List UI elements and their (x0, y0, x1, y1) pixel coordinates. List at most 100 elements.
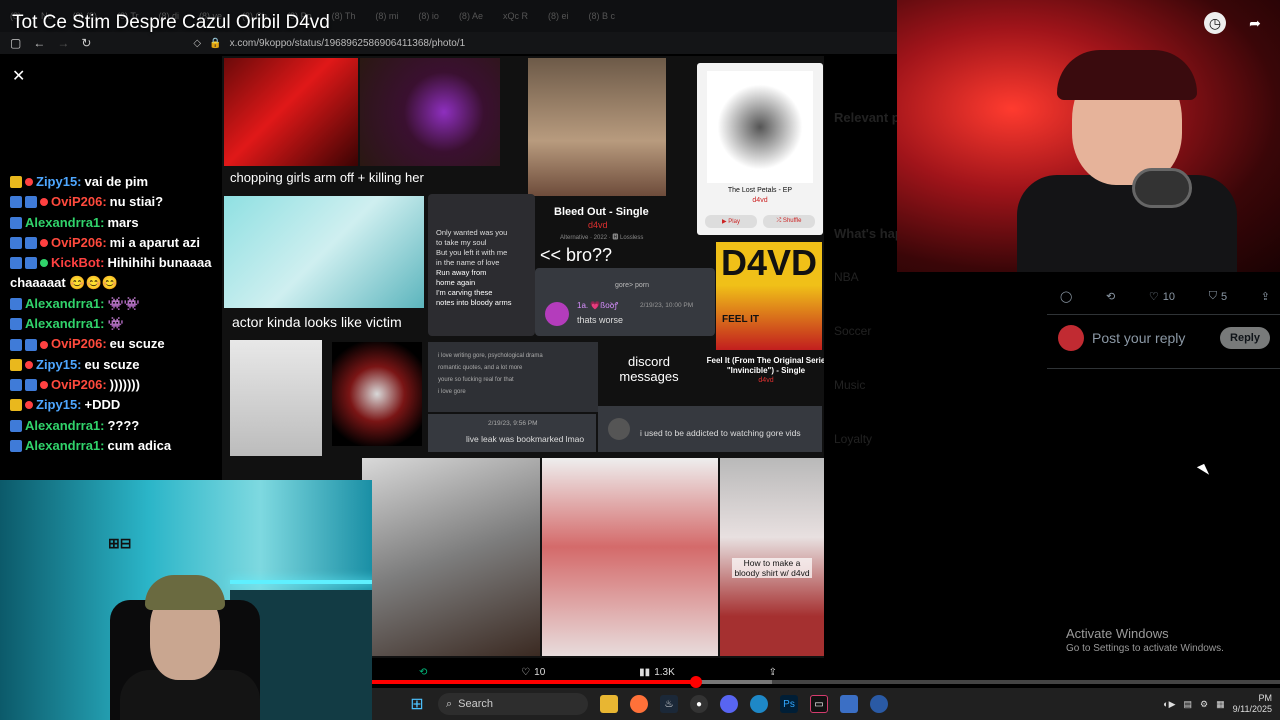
chat-username[interactable]: Zipy15: (36, 172, 82, 192)
chat-username[interactable]: OviP206: (51, 192, 107, 212)
steam-icon[interactable]: ♨ (660, 695, 678, 713)
mod-badge-icon (10, 440, 22, 452)
discord-line: i love writing gore, psychological drama (438, 353, 543, 359)
obs-icon[interactable]: ● (690, 695, 708, 713)
settings-icon[interactable]: ⚙ (1200, 699, 1208, 710)
chat-text: 👾👾 (107, 295, 140, 311)
forward-icon[interactable]: → (57, 36, 69, 50)
folder-icon[interactable] (600, 695, 618, 713)
chat-username[interactable]: KickBot: (51, 253, 104, 273)
status-dot-icon (40, 239, 48, 248)
caption-icon[interactable]: ▤ (1184, 699, 1193, 710)
chat-username[interactable]: Alexandrra1: (25, 294, 104, 314)
video-top-controls: ◷ ➦ (1204, 12, 1266, 34)
browser-tab[interactable]: (8) ei (538, 0, 579, 32)
windows-taskbar: ⊞ ⌕ Search ♨ ● Ps ▭ ◐▶ ▤ ⚙ ▦ PM 9/11/2025 (372, 688, 1280, 720)
red-curtain-image (224, 58, 358, 166)
share-post-icon[interactable]: ⇪ (1261, 290, 1270, 303)
reload-icon[interactable]: ↻ (81, 36, 91, 50)
chat-username[interactable]: Alexandrra1: (25, 436, 104, 456)
discord-msg-writing: i love writing gore, psychological drama… (428, 342, 598, 412)
share-icon[interactable]: ➦ (1244, 12, 1266, 34)
start-icon[interactable]: ⊞ (408, 695, 426, 713)
played-bar (372, 680, 697, 684)
bloody-rose-photo (332, 342, 422, 446)
chat-text: mi a aparut azi (109, 234, 200, 250)
chat-text: Hihihihi bunaaaa (107, 255, 212, 271)
notepad-icon[interactable] (840, 695, 858, 713)
close-icon[interactable]: ✕ (12, 66, 25, 86)
chat-text: chaaaaat 😊😊😊 (10, 275, 118, 291)
mod-badge-icon (10, 237, 22, 250)
chat-username[interactable]: Alexandrra1: (25, 314, 104, 334)
browser-tab[interactable]: (8) mi (365, 0, 408, 32)
like-stat[interactable]: ♡ 10 (521, 667, 545, 678)
firefox-icon[interactable] (630, 695, 648, 713)
bloody-caption: How to make a bloody shirt w/ d4vd (732, 558, 812, 578)
stream-screen: (8) Ne (8) (8) (8) Tr (8) di (8) ve (8) Ch (8) … (0, 0, 1280, 720)
song2-shuffle-button[interactable]: ⤮ Shuffle (763, 215, 815, 228)
chat-username[interactable]: OviP206: (51, 375, 107, 395)
edge-icon[interactable] (750, 695, 768, 713)
system-tray: ◐▶ ▤ ⚙ ▦ PM 9/11/2025 (1163, 693, 1280, 715)
browser-tab[interactable]: (8) io (408, 0, 449, 32)
video-progress-bar[interactable] (372, 676, 1280, 688)
back-icon[interactable]: ← (33, 36, 45, 50)
chat-text: vai de pim (84, 174, 149, 189)
chat-username[interactable]: Alexandrra1: (25, 213, 104, 233)
app-icon[interactable] (870, 695, 888, 713)
chat-username[interactable]: Zipy15: (36, 355, 82, 375)
chat-username[interactable]: Zipy15: (36, 395, 82, 415)
lyrics-line: to take my soul (436, 238, 487, 247)
reply-icon[interactable]: ◯ (1060, 290, 1072, 303)
discord-msg-worse: gore> porn 1a. 💗ßoꝺꝭ 2/19/23, 10:00 PM t… (535, 268, 715, 336)
like-action[interactable]: ♡ 10 (1148, 290, 1175, 304)
clock-time: PM (1258, 693, 1273, 703)
chat-message: OviP206: nu stiai? (10, 192, 238, 212)
video-title[interactable]: Tot Ce Stim Despre Cazul Oribil D4vd (12, 12, 330, 34)
caption-discord: discord messages (619, 354, 679, 384)
bookmark-action[interactable]: ⛉ 5 (1209, 290, 1227, 303)
lock-icon[interactable]: 🔒 (209, 38, 221, 49)
discord-icon[interactable] (720, 695, 738, 713)
msg1-time: 2/19/23, 10:00 PM (640, 302, 694, 309)
msg3-time: 2/19/23, 9:56 PM (488, 420, 538, 427)
reply-input[interactable]: Post your reply (1092, 330, 1220, 346)
discord-line: i love gore (438, 389, 466, 395)
network-icon[interactable]: ▦ (1216, 699, 1225, 710)
capture-icon[interactable]: ▭ (810, 695, 828, 713)
share-stat-icon[interactable]: ⇪ (769, 667, 777, 678)
taskbar-clock[interactable]: PM 9/11/2025 (1233, 693, 1272, 715)
views-stat[interactable]: ▮▮ 1.3K (639, 667, 675, 678)
chat-text: cum adica (107, 437, 172, 453)
mod-badge-icon (25, 237, 37, 250)
reply-composer: Post your reply Reply (1058, 324, 1270, 352)
scrub-handle[interactable] (690, 676, 703, 688)
discord-line: romantic quotes, and a lot more (438, 365, 523, 371)
shield-icon[interactable]: ◇ (193, 38, 201, 49)
photoshop-icon[interactable]: Ps (780, 695, 798, 713)
reply-button[interactable]: Reply (1220, 327, 1270, 349)
url-text[interactable]: x.com/9koppo/status/1968962586906411368/… (230, 38, 466, 49)
song2-play-button[interactable]: ▶ Play (705, 215, 757, 228)
discord-line: youre so fucking real for that (438, 377, 514, 383)
sidebar-icon[interactable]: ▢ (10, 36, 21, 50)
taskbar-search[interactable]: ⌕ Search (438, 693, 588, 715)
mod-badge-icon (25, 196, 37, 209)
chat-username[interactable]: OviP206: (51, 334, 107, 354)
browser-tab[interactable]: (8) Ae (449, 0, 493, 32)
repost-stat-icon[interactable]: ⟲ (419, 667, 427, 678)
chat-overlay: Zipy15: vai de pim OviP206: nu stiai? Alexan… (10, 172, 238, 456)
chat-text: 👾 (107, 316, 124, 332)
watch-later-icon[interactable]: ◷ (1204, 12, 1226, 34)
heart-icon: ♡ (1148, 291, 1159, 303)
chat-username[interactable]: OviP206: (51, 233, 107, 253)
activate-line1: Activate Windows (1066, 626, 1169, 641)
divider (1047, 314, 1280, 315)
toggle-icon[interactable]: ◐▶ (1163, 699, 1175, 710)
chat-username[interactable]: Alexandrra1: (25, 416, 104, 436)
repost-icon[interactable]: ⟲ (1106, 290, 1115, 303)
search-label: Search (458, 698, 494, 710)
browser-tab[interactable]: xQc R (493, 0, 538, 32)
browser-tab[interactable]: (8) B c (578, 0, 625, 32)
